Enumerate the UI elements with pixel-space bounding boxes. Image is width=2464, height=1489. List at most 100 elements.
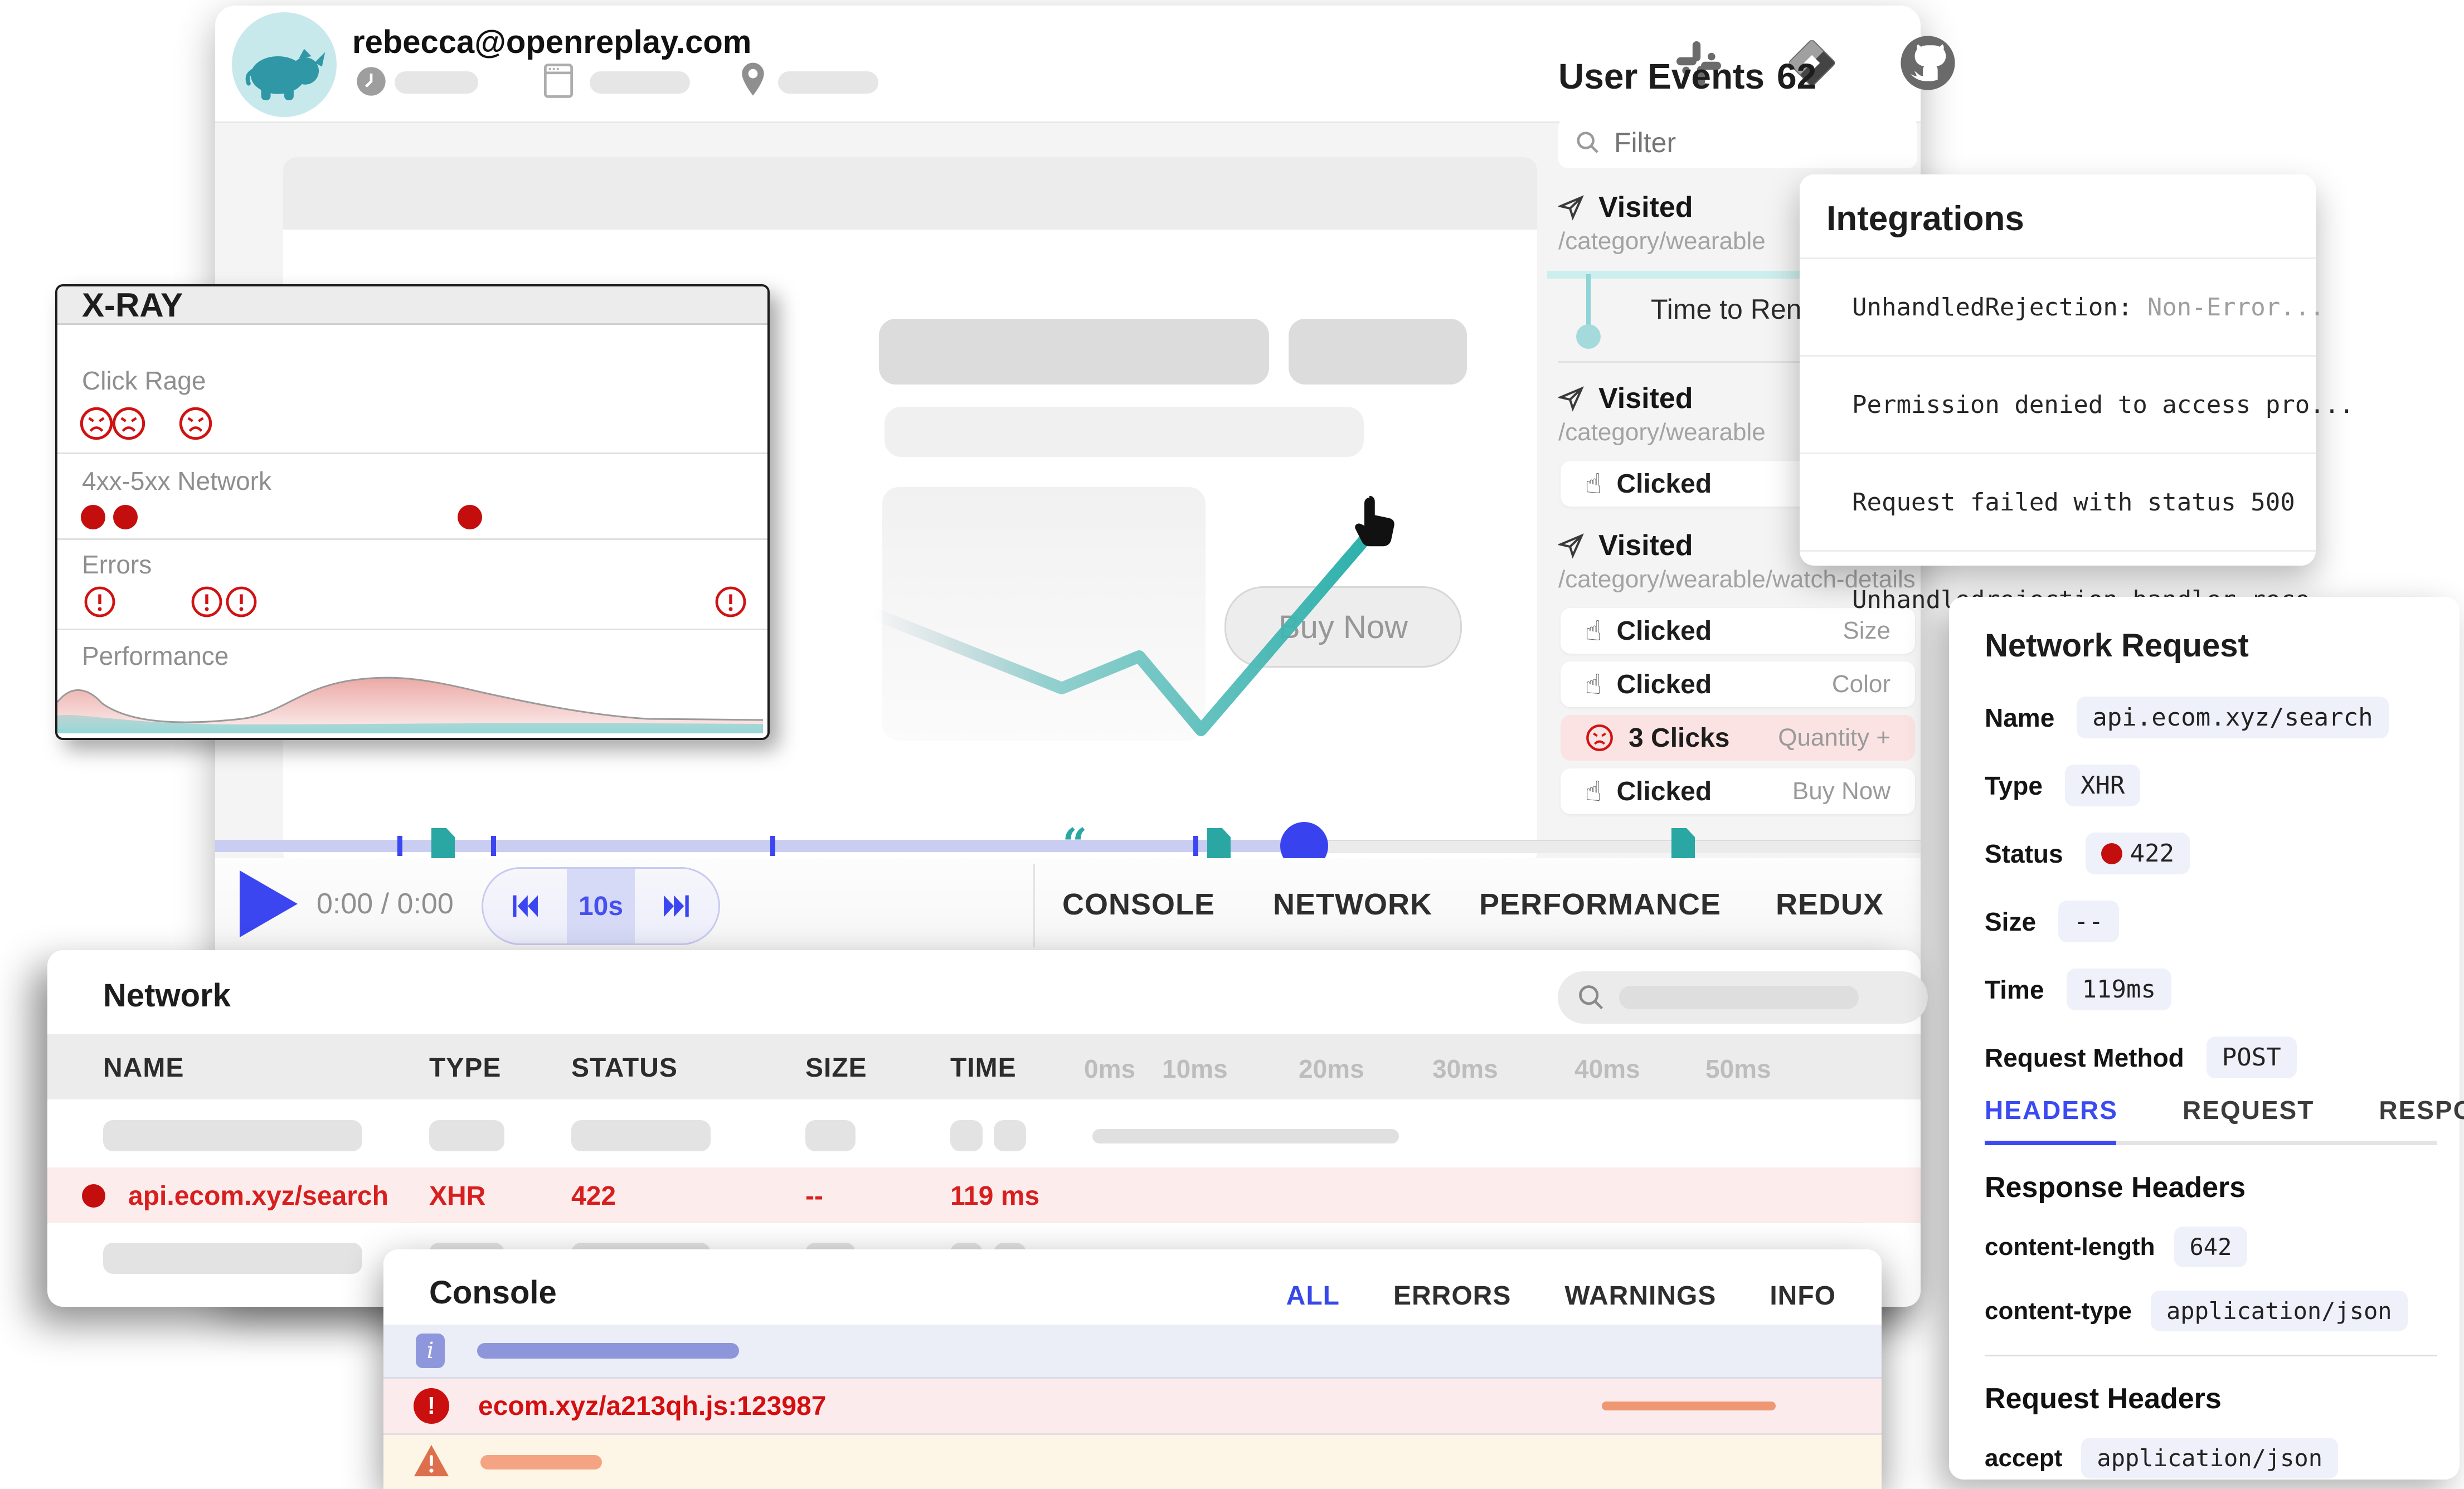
console-title: Console	[429, 1274, 557, 1311]
event-label: Clicked	[1616, 776, 1712, 807]
event-clicked[interactable]: ☝ Clicked Color	[1561, 661, 1915, 707]
integration-item[interactable]: UnhandledRejection: Non-Error...	[1800, 257, 2316, 355]
error-icon[interactable]	[83, 585, 116, 619]
rage-face-icon[interactable]	[111, 406, 147, 441]
skip-back-button[interactable]	[483, 869, 567, 943]
filter-input[interactable]	[1613, 126, 1849, 159]
error-icon[interactable]	[714, 585, 747, 619]
event-rage-clicks[interactable]: 3 Clicks Quantity +	[1561, 715, 1915, 761]
header-label: content-length	[1985, 1233, 2155, 1261]
console-row-warning[interactable]	[383, 1435, 1882, 1489]
timeline-bookmark-marker[interactable]	[1671, 828, 1695, 863]
tab-network[interactable]: NETWORK	[1273, 887, 1432, 922]
navigate-icon	[1558, 385, 1585, 412]
tab-headers[interactable]: HEADERS	[1985, 1095, 2118, 1125]
rage-face-icon[interactable]	[178, 406, 213, 441]
event-label: 3 Clicks	[1629, 723, 1729, 753]
request-status: 422	[571, 1181, 616, 1211]
network-request-panel: Network Request Name api.ecom.xyz/search…	[1949, 597, 2460, 1480]
divider	[57, 452, 767, 454]
network-error-dot[interactable]	[458, 505, 482, 529]
network-search-box[interactable]	[1558, 971, 1928, 1024]
controls-divider	[1033, 864, 1035, 947]
timeline-bookmark-marker[interactable]	[431, 828, 455, 863]
events-filter-box[interactable]	[1558, 117, 1917, 168]
response-headers-title: Response Headers	[1985, 1171, 2437, 1204]
player-controls: 0:00 / 0:00 10s	[215, 858, 1921, 953]
xray-title: X-RAY	[57, 286, 767, 325]
timeline-bookmark-marker[interactable]	[1207, 828, 1231, 863]
event-clicked[interactable]: ☝ Clicked Buy Now	[1561, 768, 1915, 814]
error-icon[interactable]	[225, 585, 258, 619]
player-timeline[interactable]: “	[215, 834, 1921, 858]
performance-chart	[57, 669, 763, 733]
timeline-event-tick[interactable]	[491, 836, 496, 856]
col-time[interactable]: TIME	[950, 1053, 1017, 1083]
event-target: Buy Now	[1792, 777, 1890, 805]
info-icon: i	[416, 1334, 445, 1368]
timeline-event-tick[interactable]	[1193, 836, 1198, 856]
console-tabs: ALL ERRORS WARNINGS INFO	[1286, 1281, 1836, 1311]
col-size[interactable]: SIZE	[805, 1053, 867, 1083]
event-label: Clicked	[1616, 669, 1712, 700]
field-value-chip: 422	[2086, 833, 2190, 874]
error-badge-icon: !	[414, 1388, 449, 1424]
col-type[interactable]: TYPE	[429, 1053, 501, 1083]
openreplay-composite: rebecca@openreplay.com	[0, 0, 2464, 1489]
header-label: accept	[1985, 1444, 2062, 1472]
network-row-skeleton[interactable]	[47, 1120, 1921, 1154]
rage-face-icon[interactable]	[79, 406, 114, 441]
col-name[interactable]: NAME	[103, 1053, 184, 1083]
tab-console[interactable]: CONSOLE	[1062, 887, 1215, 922]
network-errors-label: 4xx-5xx Network	[82, 466, 271, 496]
field-value-chip: XHR	[2065, 765, 2140, 806]
tab-performance[interactable]: PERFORMANCE	[1479, 887, 1721, 922]
info-skeleton-bar	[477, 1343, 739, 1359]
active-tab-underline	[1985, 1141, 2116, 1145]
console-row-error[interactable]: ! ecom.xyz/a213qh.js:123987	[383, 1379, 1882, 1435]
field-value-chip: 119ms	[2067, 969, 2171, 1010]
skip-forward-button[interactable]	[635, 869, 718, 943]
network-error-dot[interactable]	[81, 505, 105, 529]
col-status[interactable]: STATUS	[571, 1053, 678, 1083]
console-tab-info[interactable]: INFO	[1770, 1281, 1836, 1311]
network-error-dot[interactable]	[113, 505, 138, 529]
skip-back-icon	[509, 890, 541, 922]
field-label: Time	[1985, 975, 2044, 1005]
ruler-0ms: 0ms	[1084, 1054, 1135, 1084]
console-tab-all[interactable]: ALL	[1286, 1281, 1340, 1311]
header-value-chip: application/json	[2081, 1438, 2338, 1478]
skeleton-bar	[103, 1120, 362, 1151]
request-size: --	[805, 1181, 823, 1211]
integration-item[interactable]: Permission denied to access pro...	[1800, 355, 2316, 452]
playback-time: 0:00 / 0:00	[317, 887, 454, 921]
skeleton-bar	[103, 1243, 362, 1274]
search-icon	[1575, 130, 1601, 155]
event-label: Clicked	[1616, 616, 1712, 646]
ruler-10ms: 10ms	[1162, 1054, 1228, 1084]
timeline-event-tick[interactable]	[397, 836, 402, 856]
console-tab-warnings[interactable]: WARNINGS	[1564, 1281, 1716, 1311]
console-tab-errors[interactable]: ERRORS	[1393, 1281, 1511, 1311]
field-value-chip: api.ecom.xyz/search	[2077, 697, 2388, 738]
navigate-icon	[1558, 194, 1585, 221]
header-label: content-type	[1985, 1297, 2132, 1325]
error-icon[interactable]	[190, 585, 223, 619]
tab-response[interactable]: RESPONSE	[2379, 1095, 2464, 1125]
console-row-info[interactable]: i	[383, 1325, 1882, 1379]
timeline-event-tick[interactable]	[770, 836, 775, 856]
field-label: Status	[1985, 839, 2063, 869]
network-row-error[interactable]: api.ecom.xyz/search XHR 422 -- 119 ms	[47, 1167, 1921, 1223]
integration-item[interactable]: Request failed with status 500	[1800, 452, 2316, 550]
skip-interval-label[interactable]: 10s	[567, 869, 635, 943]
play-button[interactable]	[240, 870, 298, 937]
field-status: Status 422	[1985, 833, 2437, 874]
field-value-chip: --	[2058, 901, 2119, 942]
tab-redux[interactable]: REDUX	[1776, 887, 1884, 922]
hand-pointer-icon: ☝	[1585, 775, 1602, 807]
hand-pointer-icon: ☝	[1585, 668, 1602, 700]
tab-request[interactable]: REQUEST	[2183, 1095, 2314, 1125]
xray-panel: X-RAY Click Rage 4xx-5xx Network Errors …	[55, 284, 770, 740]
error-skeleton-line	[1602, 1402, 1776, 1410]
header-accept: accept application/json	[1985, 1438, 2437, 1478]
